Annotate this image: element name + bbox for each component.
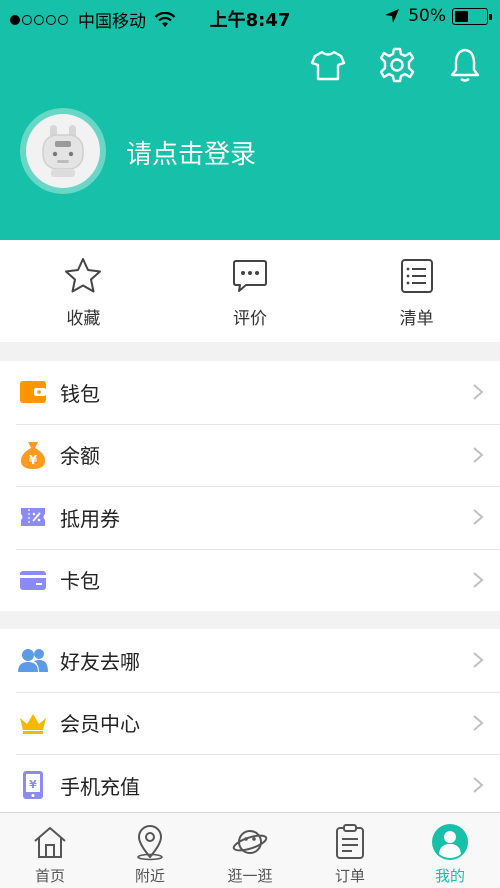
status-bar: 中国移动 上午8:47 50% xyxy=(0,0,500,34)
svg-text:¥: ¥ xyxy=(29,453,38,467)
star-icon xyxy=(65,258,102,293)
chevron-right-icon xyxy=(473,652,484,668)
bell-icon[interactable] xyxy=(446,46,484,84)
login-prompt[interactable]: 请点击登录 xyxy=(126,134,256,171)
mascot-icon xyxy=(42,125,84,177)
tab-home[interactable]: 首页 xyxy=(0,813,100,888)
gear-icon[interactable] xyxy=(378,46,416,84)
tab-label: 逛一逛 xyxy=(227,867,273,885)
tab-label: 订单 xyxy=(334,867,365,885)
friends-icon xyxy=(18,645,48,675)
svg-text:¥: ¥ xyxy=(29,778,37,791)
menu-group-services: 好友去哪 会员中心 ¥ 手机充值 xyxy=(0,629,500,817)
list-label: 清单 xyxy=(399,309,434,329)
menu-item-balance[interactable]: ¥ 余额 xyxy=(0,423,500,487)
chevron-right-icon xyxy=(473,777,484,793)
favorites-label: 收藏 xyxy=(66,309,101,329)
menu-item-phone-recharge[interactable]: ¥ 手机充值 xyxy=(0,754,500,817)
tab-orders[interactable]: 订单 xyxy=(300,813,400,888)
menu-item-label: 余额 xyxy=(60,444,100,469)
battery-percent: 50% xyxy=(408,6,446,26)
avatar[interactable] xyxy=(20,108,106,194)
list-button[interactable]: 清单 xyxy=(333,240,500,342)
menu-item-label: 好友去哪 xyxy=(60,649,140,674)
chevron-right-icon xyxy=(473,509,484,525)
menu-item-label: 卡包 xyxy=(60,569,100,594)
chevron-right-icon xyxy=(473,384,484,400)
battery-area: 50% xyxy=(384,6,492,26)
menu-item-label: 会员中心 xyxy=(60,712,140,737)
menu-item-friends[interactable]: 好友去哪 xyxy=(0,629,500,692)
menu-item-label: 手机充值 xyxy=(60,774,140,799)
quick-actions: 收藏 评价 清单 xyxy=(0,240,500,342)
location-pin-icon xyxy=(137,825,163,861)
tab-bar: 首页 附近 逛一逛 订单 我的 xyxy=(0,812,500,888)
chevron-right-icon xyxy=(473,446,484,463)
menu-item-membership[interactable]: 会员中心 xyxy=(0,691,500,755)
user-icon xyxy=(432,824,468,860)
money-bag-icon: ¥ xyxy=(18,440,48,470)
menu-item-label: 抵用券 xyxy=(60,506,120,531)
reviews-label: 评价 xyxy=(233,309,267,329)
menu-item-label: 钱包 xyxy=(60,381,100,406)
menu-item-coupon[interactable]: 抵用券 xyxy=(0,486,500,549)
tab-nearby[interactable]: 附近 xyxy=(100,813,200,888)
clipboard-icon xyxy=(336,824,364,859)
card-icon xyxy=(18,565,48,595)
favorites-button[interactable]: 收藏 xyxy=(0,240,167,342)
shirt-icon[interactable] xyxy=(309,46,347,84)
tab-label: 首页 xyxy=(34,867,65,885)
list-icon xyxy=(400,259,433,293)
crown-icon xyxy=(18,708,48,738)
tab-label: 我的 xyxy=(434,867,465,885)
chevron-right-icon xyxy=(473,571,484,588)
planet-icon xyxy=(232,830,268,854)
location-arrow-icon xyxy=(385,9,400,23)
chat-bubble-icon xyxy=(233,260,267,292)
menu-item-card[interactable]: 卡包 xyxy=(0,548,500,612)
menu-group-finance: 钱包 ¥ 余额 抵用券 卡包 xyxy=(0,361,500,611)
profile-header: 中国移动 上午8:47 50% 请点击登录 xyxy=(0,0,500,240)
phone-recharge-icon: ¥ xyxy=(18,770,48,800)
tab-label: 附近 xyxy=(134,867,165,885)
tab-explore[interactable]: 逛一逛 xyxy=(200,813,300,888)
reviews-button[interactable]: 评价 xyxy=(167,240,334,342)
coupon-icon xyxy=(18,502,48,532)
chevron-right-icon xyxy=(473,714,484,731)
home-icon xyxy=(34,827,66,858)
menu-item-wallet[interactable]: 钱包 xyxy=(0,361,500,424)
battery-icon xyxy=(452,7,492,25)
tab-mine[interactable]: 我的 xyxy=(400,813,500,888)
wallet-icon xyxy=(18,377,48,407)
